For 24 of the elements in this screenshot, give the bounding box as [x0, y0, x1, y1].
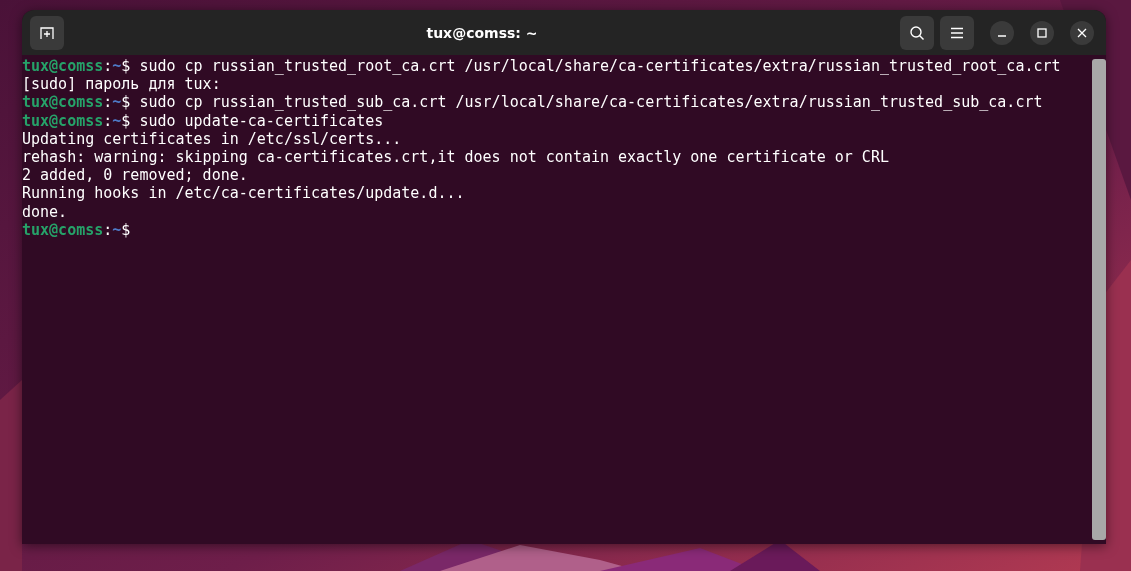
new-tab-button[interactable]	[30, 15, 64, 50]
search-icon	[909, 24, 925, 41]
prompt-line: tux@comss:~$ sudo update-ca-certificates	[22, 111, 384, 130]
prompt-line: tux@comss:~$ sudo cp russian_trusted_sub_ca.crt /usr/local/share/ca-certificates/extra/russian_trusted_sub_ca.crt	[22, 93, 1043, 112]
scrollbar-thumb[interactable]	[1092, 59, 1106, 540]
output-line: done.	[22, 202, 68, 221]
output-line: Updating certificates in /etc/ssl/certs...	[22, 129, 402, 148]
minimize-button[interactable]	[990, 20, 1014, 45]
close-button[interactable]	[1070, 20, 1094, 45]
prompt-line: tux@comss:~$	[22, 220, 131, 240]
output-line: Running hooks in /etc/ca-certificates/update.d...	[22, 184, 465, 203]
minimize-icon	[998, 34, 1006, 37]
output-line: [sudo] пароль для tux:	[22, 75, 221, 94]
menu-icon	[950, 26, 964, 39]
maximize-icon	[1037, 27, 1047, 38]
new-tab-icon	[39, 24, 55, 41]
menu-button[interactable]	[940, 15, 974, 50]
output-line: 2 added, 0 removed; done.	[22, 166, 248, 185]
close-icon	[1077, 27, 1087, 38]
prompt-line: tux@comss:~$ sudo cp russian_trusted_root_ca.crt /usr/local/share/ca-certificates/extra/russian_trusted_root_ca.crt	[22, 57, 1061, 76]
search-button[interactable]	[900, 15, 934, 50]
window-title: tux@comss: ~	[425, 24, 539, 41]
output-line: rehash: warning: skipping ca-certificates.crt,it does not contain exactly one certificate or CRL	[22, 148, 889, 167]
maximize-button[interactable]	[1030, 20, 1054, 45]
